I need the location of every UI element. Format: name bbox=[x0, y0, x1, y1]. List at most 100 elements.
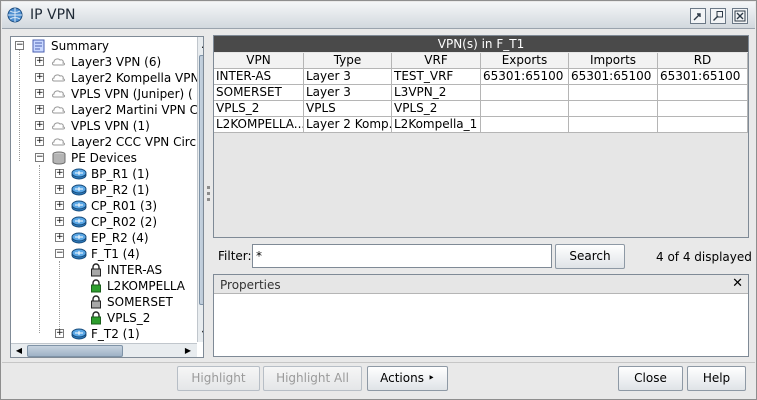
tree-item-vpn-type[interactable]: + VPLS VPN (Juniper) ( bbox=[11, 86, 193, 102]
expand-icon[interactable]: + bbox=[55, 201, 64, 210]
table-cell[interactable]: 65301:65100 bbox=[569, 69, 658, 85]
window-title: IP VPN bbox=[30, 7, 76, 23]
tree-horizontal-scrollbar[interactable]: ◀ ▶ bbox=[11, 343, 197, 357]
table-cell[interactable]: 65301:65100 bbox=[481, 69, 569, 85]
column-header[interactable]: Exports bbox=[481, 53, 569, 69]
table-cell[interactable]: VPLS bbox=[304, 101, 392, 117]
restore-button[interactable] bbox=[690, 8, 706, 24]
maximize-icon bbox=[713, 11, 723, 21]
title-bar[interactable]: IP VPN bbox=[2, 2, 755, 29]
table-cell[interactable] bbox=[569, 117, 658, 133]
expand-icon[interactable]: + bbox=[55, 217, 64, 226]
tree-item-pe-devices[interactable]: − PE Devices bbox=[11, 150, 137, 166]
tree-item-router[interactable]: + CP_R02 (2) bbox=[11, 214, 157, 230]
collapse-icon[interactable]: − bbox=[15, 41, 24, 50]
table-cell[interactable]: L3VPN_2 bbox=[392, 85, 481, 101]
actions-menu-button[interactable]: Actions ‣ bbox=[367, 366, 448, 391]
tree-item-vpn-instance[interactable]: SOMERSET bbox=[89, 294, 173, 310]
expand-icon[interactable]: + bbox=[35, 89, 44, 98]
router-icon bbox=[71, 184, 87, 196]
highlight-all-button[interactable]: Highlight All bbox=[263, 366, 362, 391]
table-cell[interactable]: L2Kompella_1 bbox=[392, 117, 481, 133]
properties-title: Properties bbox=[220, 278, 281, 292]
table-cell[interactable] bbox=[569, 101, 658, 117]
close-icon bbox=[734, 10, 746, 22]
tree-item-vpn-type[interactable]: + VPLS VPN (1) bbox=[11, 118, 150, 134]
filter-input[interactable] bbox=[252, 244, 552, 268]
table-cell[interactable]: Layer 3 bbox=[304, 69, 392, 85]
close-icon[interactable]: ✕ bbox=[732, 276, 743, 291]
tree-item-summary[interactable]: − Summary bbox=[11, 38, 109, 54]
scroll-down-icon[interactable]: ▼ bbox=[198, 327, 203, 341]
column-header[interactable]: Type bbox=[304, 53, 392, 69]
table-cell[interactable] bbox=[658, 101, 748, 117]
tree-item-vpn-instance[interactable]: L2KOMPELLA bbox=[89, 278, 185, 294]
tree-item-vpn-type[interactable]: + Layer2 CCC VPN Circ bbox=[11, 134, 196, 150]
table-cell[interactable]: VPLS_2 bbox=[214, 101, 304, 117]
column-header[interactable]: Imports bbox=[569, 53, 658, 69]
table-cell[interactable]: Layer 3 bbox=[304, 85, 392, 101]
tree-item-router[interactable]: + BP_R1 (1) bbox=[11, 166, 149, 182]
table-cell[interactable]: TEST_VRF bbox=[392, 69, 481, 85]
expand-icon[interactable]: + bbox=[35, 137, 44, 146]
vpn-cloud-icon bbox=[52, 74, 65, 82]
tree-item-vpn-type[interactable]: + Layer3 VPN (6) bbox=[11, 54, 161, 70]
scroll-thumb[interactable] bbox=[27, 345, 123, 357]
tree-item-router[interactable]: + CP_R01 (3) bbox=[11, 198, 157, 214]
expand-icon[interactable]: + bbox=[35, 57, 44, 66]
collapse-icon[interactable]: − bbox=[55, 249, 64, 258]
navigation-tree[interactable]: − Summary + Layer3 VPN (6) + Layer2 Komp… bbox=[10, 36, 204, 358]
expand-icon[interactable]: + bbox=[55, 233, 64, 242]
help-button[interactable]: Help bbox=[687, 366, 746, 391]
tree-item-router[interactable]: + F_T2 (1) bbox=[11, 326, 140, 342]
table-cell[interactable] bbox=[481, 101, 569, 117]
scroll-up-icon[interactable]: ▲ bbox=[198, 38, 203, 52]
table-cell[interactable] bbox=[658, 117, 748, 133]
table-cell[interactable] bbox=[481, 85, 569, 101]
expand-icon[interactable]: + bbox=[35, 73, 44, 82]
table-cell[interactable]: VPLS_2 bbox=[392, 101, 481, 117]
close-button[interactable]: Close bbox=[618, 366, 683, 391]
vpn-table-panel: VPN(s) in F_T1 VPN Type VRF Exports Impo… bbox=[213, 35, 749, 238]
table-cell[interactable] bbox=[569, 85, 658, 101]
table-cell[interactable]: L2KOMPELLA... bbox=[214, 117, 304, 133]
scroll-right-icon[interactable]: ▶ bbox=[181, 344, 195, 357]
tree-vertical-scrollbar[interactable]: ▲ ▼ bbox=[197, 37, 203, 342]
table-cell[interactable] bbox=[658, 85, 748, 101]
expand-icon[interactable]: + bbox=[55, 329, 64, 338]
highlight-button[interactable]: Highlight bbox=[177, 366, 260, 391]
tree-item-router-selected[interactable]: − F_T1 (4) bbox=[11, 246, 140, 262]
lock-icon bbox=[91, 263, 101, 277]
table-cell[interactable]: SOMERSET bbox=[214, 85, 304, 101]
table-cell[interactable]: Layer 2 Komp... bbox=[304, 117, 392, 133]
tree-item-vpn-instance[interactable]: INTER-AS bbox=[89, 262, 162, 278]
column-header[interactable]: VRF bbox=[392, 53, 481, 69]
properties-header: Properties ✕ bbox=[214, 275, 748, 294]
table-cell[interactable]: INTER-AS bbox=[214, 69, 304, 85]
column-header[interactable]: VPN bbox=[214, 53, 304, 69]
expand-icon[interactable]: + bbox=[55, 185, 64, 194]
expand-icon[interactable]: + bbox=[35, 121, 44, 130]
collapse-icon[interactable]: − bbox=[35, 153, 44, 162]
column-header[interactable]: RD bbox=[658, 53, 748, 69]
router-icon bbox=[71, 200, 87, 212]
close-window-button[interactable] bbox=[732, 8, 748, 24]
search-button[interactable]: Search bbox=[555, 244, 625, 269]
tree-item-vpn-type[interactable]: + Layer2 Kompella VPN bbox=[11, 70, 199, 86]
split-pane-divider[interactable] bbox=[206, 36, 211, 359]
database-icon bbox=[52, 151, 66, 165]
table-cell[interactable]: 65301:65100 bbox=[658, 69, 748, 85]
tree-item-router[interactable]: + EP_R2 (4) bbox=[11, 230, 149, 246]
tree-item-router[interactable]: + BP_R2 (1) bbox=[11, 182, 149, 198]
tree-item-vpn-instance[interactable]: VPLS_2 bbox=[89, 310, 150, 326]
router-icon bbox=[71, 328, 87, 340]
router-icon bbox=[71, 248, 87, 260]
table-cell[interactable] bbox=[481, 117, 569, 133]
tree-item-vpn-type[interactable]: + Layer2 Martini VPN C bbox=[11, 102, 198, 118]
maximize-button[interactable] bbox=[710, 8, 726, 24]
expand-icon[interactable]: + bbox=[35, 105, 44, 114]
scroll-thumb[interactable] bbox=[199, 55, 203, 305]
displayed-count: 4 of 4 displayed bbox=[656, 250, 752, 264]
scroll-left-icon[interactable]: ◀ bbox=[12, 344, 26, 357]
expand-icon[interactable]: + bbox=[55, 169, 64, 178]
